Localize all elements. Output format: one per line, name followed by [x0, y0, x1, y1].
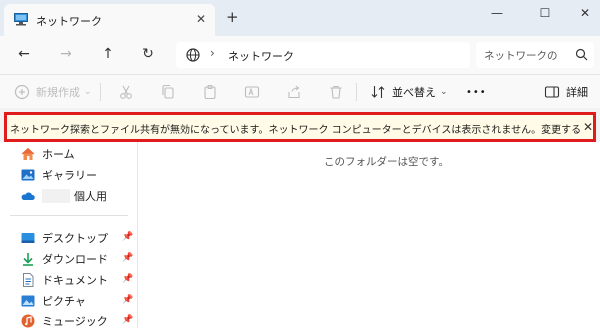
sidebar-item-pictures[interactable]: ピクチャ	[20, 292, 86, 310]
more-options-button[interactable]: •••	[466, 84, 487, 100]
rename-button[interactable]	[244, 84, 260, 100]
details-button[interactable]: 詳細	[544, 84, 588, 100]
pictures-icon	[21, 295, 35, 307]
sort-icon	[371, 86, 385, 98]
globe-icon	[186, 48, 200, 62]
address-bar[interactable]: › ネットワーク	[176, 42, 470, 68]
infobar-close-icon[interactable]: ✕	[583, 120, 593, 134]
search-icon	[575, 48, 588, 61]
sort-chevron-icon: ⌄	[440, 87, 448, 97]
minimize-button[interactable]: —	[482, 4, 512, 22]
pin-icon[interactable]: 📌	[122, 315, 133, 325]
plus-circle-icon	[14, 84, 30, 100]
share-icon	[288, 85, 300, 99]
document-icon	[23, 273, 34, 287]
music-icon	[21, 314, 35, 328]
tab-network[interactable]: ネットワーク ✕	[4, 4, 215, 36]
new-button-label: 新規作成	[36, 86, 80, 99]
network-icon	[14, 13, 28, 26]
up-button[interactable]: ↑	[98, 44, 118, 64]
delete-button[interactable]	[328, 84, 344, 100]
sidebar-item-label: ミュージック	[42, 315, 108, 328]
forward-button[interactable]: →	[56, 44, 76, 64]
pin-icon[interactable]: 📌	[122, 232, 133, 242]
sidebar-item-desktop[interactable]: デスクトップ	[20, 229, 108, 247]
network-discovery-infobar[interactable]: ネットワーク探索とファイル共有が無効になっています。ネットワーク コンピューター…	[4, 112, 596, 142]
sidebar-item-downloads[interactable]: ダウンロード	[20, 250, 108, 268]
breadcrumb-network[interactable]: ネットワーク	[228, 48, 294, 64]
clipboard-icon	[204, 84, 216, 100]
copy-icon	[162, 84, 174, 99]
sidebar-item-label: ホーム	[42, 148, 75, 161]
sidebar-divider	[10, 215, 128, 216]
rename-icon	[244, 86, 260, 98]
scissors-icon	[120, 85, 132, 99]
sort-button[interactable]: 並べ替え ⌄	[370, 84, 448, 100]
infobar-message[interactable]: ネットワーク探索とファイル共有が無効になっています。ネットワーク コンピューター…	[10, 121, 580, 136]
divider	[100, 83, 101, 101]
tab-title: ネットワーク	[36, 15, 102, 28]
sidebar-item-gallery[interactable]: ギャラリー	[20, 166, 97, 184]
sidebar-item-home[interactable]: ホーム	[20, 145, 75, 163]
close-window-button[interactable]: ✕	[570, 4, 600, 22]
details-pane-icon	[544, 86, 560, 98]
tab-close-icon[interactable]: ✕	[194, 12, 208, 26]
breadcrumb-chevron-icon: ›	[210, 46, 215, 60]
new-tab-button[interactable]: +	[226, 10, 239, 25]
new-chevron-icon: ⌄	[84, 87, 92, 97]
command-bar: 新規作成 ⌄ 並べ替え ⌄ ••• 詳細	[0, 74, 600, 108]
pin-icon[interactable]: 📌	[122, 274, 133, 284]
sidebar-item-label: 個人用	[74, 190, 107, 203]
title-bar: ネットワーク ✕ + — ☐ ✕	[0, 0, 600, 36]
back-button[interactable]: ←	[14, 44, 34, 64]
empty-folder-message: このフォルダーは空です。	[324, 156, 449, 168]
sort-button-label: 並べ替え	[392, 86, 436, 99]
sidebar-item-label: ギャラリー	[42, 169, 97, 182]
main-area: ホーム ギャラリー 個人用 デスクトップ 📌 ダウンロード 📌 ドキュメント 📌…	[0, 142, 600, 328]
home-icon	[21, 147, 35, 160]
pin-icon[interactable]: 📌	[122, 295, 133, 305]
share-button[interactable]	[286, 84, 302, 100]
sidebar-item-label: ドキュメント	[42, 274, 108, 287]
redacted-username	[42, 189, 70, 203]
copy-button[interactable]	[160, 84, 176, 100]
search-placeholder: ネットワークの	[484, 50, 558, 62]
sidebar-item-label: ダウンロード	[42, 253, 108, 266]
details-button-label: 詳細	[566, 86, 588, 99]
sidebar-item-label: ピクチャ	[42, 295, 86, 308]
divider	[356, 83, 357, 101]
trash-icon	[330, 85, 342, 99]
maximize-button[interactable]: ☐	[530, 4, 560, 22]
navigation-pane: ホーム ギャラリー 個人用 デスクトップ 📌 ダウンロード 📌 ドキュメント 📌…	[0, 142, 138, 328]
new-button[interactable]: 新規作成 ⌄	[14, 84, 92, 100]
onedrive-cloud-icon	[21, 192, 35, 200]
sidebar-item-music[interactable]: ミュージック	[20, 312, 108, 328]
download-icon	[23, 253, 33, 266]
sidebar-item-personal[interactable]: 個人用	[20, 187, 107, 205]
paste-button[interactable]	[202, 84, 218, 100]
cut-button[interactable]	[118, 84, 134, 100]
navigation-bar: ← → ↑ ↻ › ネットワーク ネットワークの	[0, 36, 600, 74]
sidebar-item-documents[interactable]: ドキュメント	[20, 271, 108, 289]
sidebar-item-label: デスクトップ	[42, 232, 108, 245]
desktop-icon	[21, 233, 35, 243]
gallery-icon	[21, 169, 35, 181]
pin-icon[interactable]: 📌	[122, 253, 133, 263]
refresh-button[interactable]: ↻	[138, 44, 158, 64]
search-box[interactable]: ネットワークの	[476, 42, 594, 68]
